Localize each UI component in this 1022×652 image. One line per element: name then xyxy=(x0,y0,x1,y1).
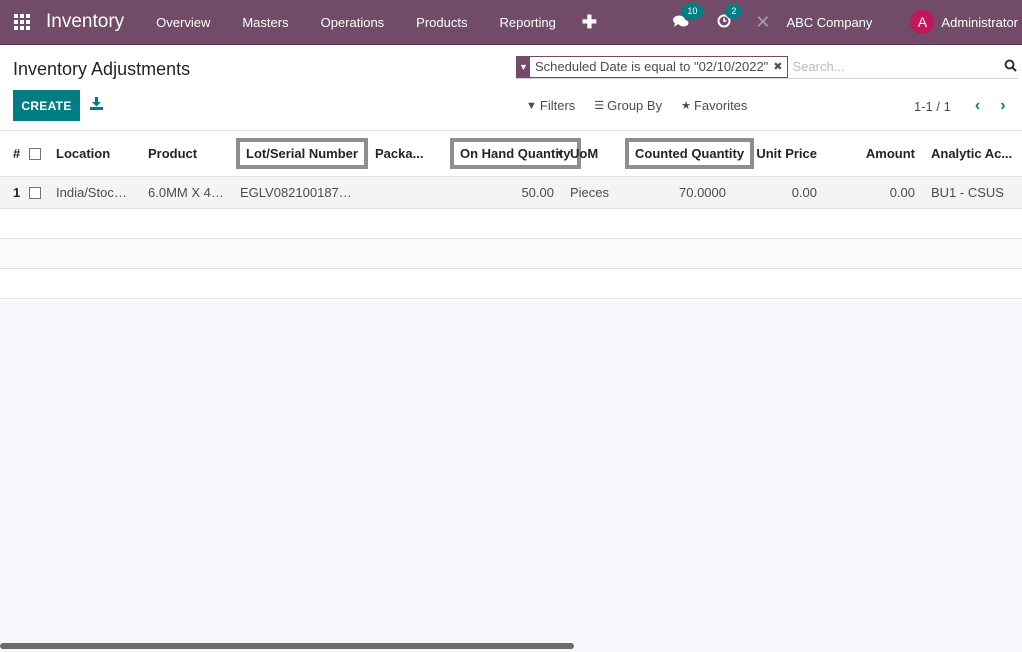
apps-menu-icon[interactable] xyxy=(13,13,31,31)
filter-facet: ▼ Scheduled Date is equal to "02/10/2022… xyxy=(516,55,788,78)
col-counted-label: Counted Quantity xyxy=(624,137,755,169)
plus-icon[interactable]: ✚ xyxy=(582,12,597,33)
cell-counted[interactable]: 70.0000 xyxy=(621,176,739,209)
menu-reporting[interactable]: Reporting xyxy=(483,15,571,30)
inventory-table: # Location Product Lot/Serial Number Pac… xyxy=(0,131,1022,299)
cell-amount[interactable]: 0.00 xyxy=(831,176,923,209)
search-bar: ▼ Scheduled Date is equal to "02/10/2022… xyxy=(516,55,1018,79)
bars-icon: ☰ xyxy=(594,100,605,112)
row-checkbox[interactable] xyxy=(29,187,41,200)
col-unit-price[interactable]: Unit Price xyxy=(739,131,831,177)
cell-lot[interactable]: EGLV082100187689 xyxy=(232,176,367,209)
col-product[interactable]: Product xyxy=(140,131,232,177)
col-package[interactable]: Packa... xyxy=(367,131,442,177)
select-all-checkbox[interactable] xyxy=(29,148,41,161)
filters-button[interactable]: ▼ Filters xyxy=(526,98,575,113)
favorites-button[interactable]: ★ Favorites xyxy=(681,98,747,113)
menu-products[interactable]: Products xyxy=(400,15,483,30)
cell-analytic[interactable]: BU1 - CSUS xyxy=(923,176,1022,209)
col-lot-serial[interactable]: Lot/Serial Number xyxy=(232,131,368,177)
app-name[interactable]: Inventory xyxy=(46,11,124,33)
cell-on-hand[interactable]: 50.00 xyxy=(442,176,562,209)
download-icon[interactable] xyxy=(90,97,103,113)
cell-unit-price[interactable]: 0.00 xyxy=(739,176,831,209)
filter-icon: ▼ xyxy=(517,56,530,77)
systray: 10 2 ✕ ABC Company A Administrator xyxy=(663,0,1022,45)
col-index: # xyxy=(0,131,24,177)
pager-previous-icon[interactable]: ‹ xyxy=(975,97,980,115)
messages-button[interactable]: 10 xyxy=(673,3,704,31)
list-view: # Location Product Lot/Serial Number Pac… xyxy=(0,131,1022,301)
pager-next-icon[interactable]: › xyxy=(1000,97,1005,115)
row-select-cell xyxy=(24,176,48,209)
col-uom-label: UoM xyxy=(570,145,599,161)
top-navbar: Inventory Overview Masters Operations Pr… xyxy=(0,0,1022,45)
pager-value[interactable]: 1-1 / 1 xyxy=(914,99,951,114)
cell-package[interactable] xyxy=(367,176,442,209)
pager: 1-1 / 1 ‹ › xyxy=(914,97,1006,115)
search-options: ▼ Filters ☰ Group By ★ Favorites xyxy=(526,98,766,113)
debug-tools-icon[interactable]: ✕ xyxy=(755,12,770,33)
activities-button[interactable]: 2 xyxy=(717,3,743,31)
empty-row xyxy=(0,268,1022,299)
search-icon[interactable] xyxy=(1004,59,1017,75)
table-row[interactable]: 1 India/Stock/... 6.0MM X 4' ... EGLV082… xyxy=(0,176,1022,209)
table-header-row: # Location Product Lot/Serial Number Pac… xyxy=(0,131,1022,177)
search-input[interactable] xyxy=(792,59,1004,74)
col-on-hand[interactable]: On Hand Quantity xyxy=(442,131,581,177)
user-menu[interactable]: Administrator xyxy=(941,15,1018,30)
remove-facet-icon[interactable]: ✖ xyxy=(773,57,786,77)
select-all-cell xyxy=(24,131,48,177)
menu-masters[interactable]: Masters xyxy=(226,15,304,30)
group-by-label: Group By xyxy=(607,98,663,113)
activities-badge: 2 xyxy=(725,3,743,19)
sort-caret-icon: ▼ xyxy=(556,149,564,158)
col-analytic[interactable]: Analytic Ac... xyxy=(923,131,1022,177)
menu-operations[interactable]: Operations xyxy=(305,15,401,30)
cell-location[interactable]: India/Stock/... xyxy=(48,176,140,209)
col-lot-serial-label: Lot/Serial Number xyxy=(236,137,368,169)
col-counted[interactable]: Counted Quantity xyxy=(621,131,755,177)
horizontal-scrollbar[interactable] xyxy=(0,643,574,649)
company-switcher[interactable]: ABC Company xyxy=(786,15,872,30)
messages-badge: 10 xyxy=(681,3,704,19)
star-icon: ★ xyxy=(681,100,691,112)
facet-label: Scheduled Date is equal to "02/10/2022" xyxy=(535,59,769,74)
filters-label: Filters xyxy=(539,98,576,113)
empty-row xyxy=(0,238,1022,269)
avatar[interactable]: A xyxy=(910,10,935,34)
col-amount[interactable]: Amount xyxy=(831,131,923,177)
create-button[interactable]: CREATE xyxy=(13,90,80,121)
cell-product[interactable]: 6.0MM X 4' ... xyxy=(140,176,232,209)
col-uom[interactable]: ▼ UoM xyxy=(556,131,621,177)
cell-uom[interactable]: Pieces xyxy=(562,176,621,209)
group-by-button[interactable]: ☰ Group By xyxy=(594,98,662,113)
page-title: Inventory Adjustments xyxy=(13,59,191,79)
control-panel: Inventory Adjustments CREATE ▼ Scheduled… xyxy=(0,45,1022,131)
funnel-icon: ▼ xyxy=(526,99,537,112)
col-location[interactable]: Location xyxy=(48,131,140,177)
row-index: 1 xyxy=(0,176,24,209)
menu-overview[interactable]: Overview xyxy=(140,15,226,30)
empty-row xyxy=(0,208,1022,239)
favorites-label: Favorites xyxy=(693,98,748,113)
